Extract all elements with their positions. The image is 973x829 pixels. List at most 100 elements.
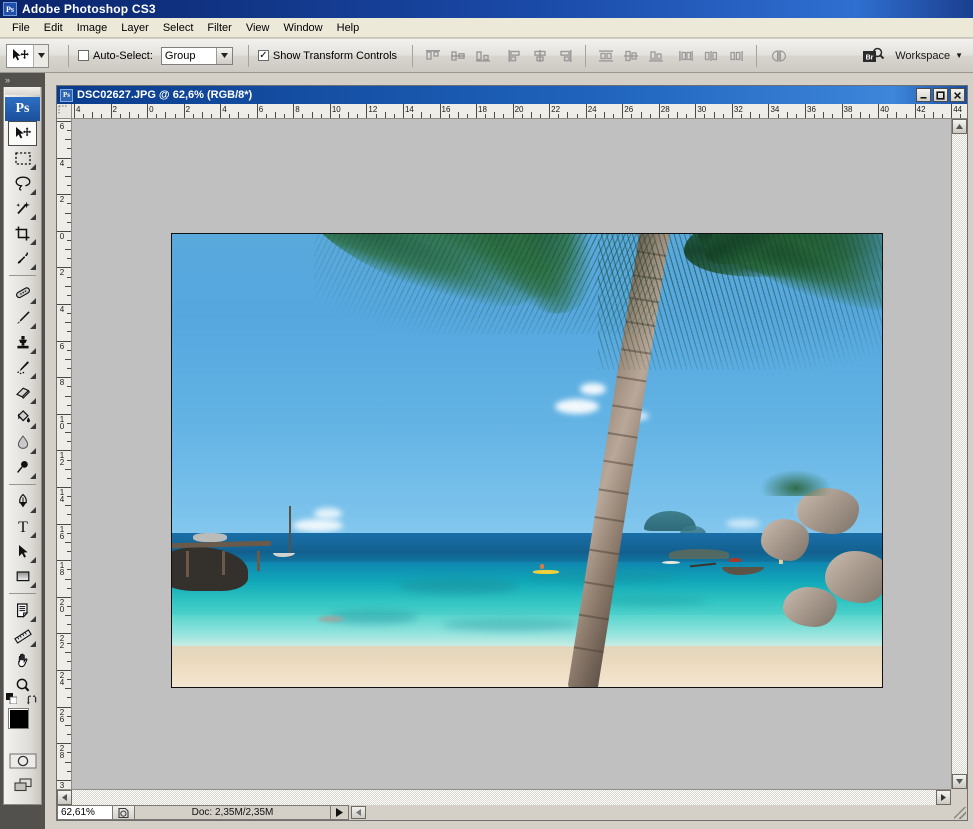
distribute-buttons-group-2 bbox=[675, 46, 747, 66]
ruler-tick-minor bbox=[713, 112, 715, 118]
align-right-edges-icon[interactable] bbox=[554, 46, 576, 66]
tool-paint-bucket[interactable] bbox=[8, 405, 37, 430]
close-button[interactable] bbox=[950, 88, 965, 102]
menu-item-file[interactable]: File bbox=[5, 19, 37, 37]
tool-move[interactable] bbox=[8, 121, 37, 146]
menu-item-help[interactable]: Help bbox=[330, 19, 367, 37]
tool-dodge[interactable] bbox=[8, 455, 37, 480]
distribute-left-edges-icon[interactable] bbox=[675, 46, 697, 66]
distribute-top-edges-icon[interactable] bbox=[595, 46, 617, 66]
tool-flyout-indicator-icon bbox=[30, 214, 36, 220]
go-to-bridge-button[interactable]: Br bbox=[860, 45, 886, 67]
status-info-menu-arrow-icon[interactable] bbox=[331, 805, 349, 820]
tool-ruler[interactable] bbox=[8, 623, 37, 648]
align-left-edges-icon[interactable] bbox=[504, 46, 526, 66]
tool-blur[interactable] bbox=[8, 430, 37, 455]
ruler-label: 14 bbox=[404, 105, 414, 114]
tool-row bbox=[4, 355, 41, 380]
align-top-edges-icon[interactable] bbox=[422, 46, 444, 66]
menu-item-filter[interactable]: Filter bbox=[200, 19, 238, 37]
tool-row bbox=[4, 330, 41, 355]
menu-item-layer[interactable]: Layer bbox=[114, 19, 156, 37]
tool-rectangular-marquee[interactable] bbox=[8, 146, 37, 171]
active-tool-well[interactable] bbox=[6, 43, 49, 68]
menu-item-image[interactable]: Image bbox=[70, 19, 115, 37]
menu-item-view[interactable]: View bbox=[239, 19, 277, 37]
maximize-button[interactable] bbox=[933, 88, 948, 102]
auto-align-layers-icon[interactable] bbox=[766, 46, 792, 66]
ruler-tick-minor bbox=[65, 615, 71, 617]
tool-crop[interactable] bbox=[8, 221, 37, 246]
canvas-area[interactable] bbox=[72, 119, 951, 789]
document-size-info[interactable]: Doc: 2,35M/2,35M bbox=[135, 805, 331, 820]
ruler-tick-minor bbox=[67, 551, 71, 553]
image-canvas[interactable] bbox=[171, 233, 883, 688]
tool-preset-picker-button[interactable] bbox=[33, 44, 48, 67]
distribute-horizontal-centers-icon[interactable] bbox=[700, 46, 722, 66]
ruler-tick-minor bbox=[311, 112, 313, 118]
tool-eyedropper[interactable] bbox=[8, 246, 37, 271]
tool-hand[interactable] bbox=[8, 648, 37, 673]
tool-history-brush[interactable] bbox=[8, 355, 37, 380]
horizontal-scrollbar[interactable] bbox=[57, 789, 951, 805]
zoom-level-input[interactable]: 62,61% bbox=[57, 805, 113, 820]
ruler-tick-minor bbox=[65, 468, 71, 470]
scroll-right-button[interactable] bbox=[936, 790, 951, 805]
screen-mode-button[interactable] bbox=[4, 772, 41, 798]
vertical-scrollbar[interactable] bbox=[951, 119, 967, 789]
auto-select-scope-dropdown[interactable]: Group bbox=[160, 46, 233, 65]
chevron-down-icon[interactable] bbox=[215, 47, 232, 64]
align-bottom-edges-icon[interactable] bbox=[472, 46, 494, 66]
tool-horizontal-type[interactable]: T bbox=[8, 514, 37, 539]
ruler-tick-major bbox=[402, 104, 404, 118]
minimize-button[interactable] bbox=[916, 88, 931, 102]
preview-thumbnail-icon[interactable] bbox=[113, 805, 135, 820]
tool-rectangle-shape[interactable] bbox=[8, 564, 37, 589]
workspace-label: Workspace bbox=[895, 49, 951, 62]
scroll-left-button[interactable] bbox=[57, 790, 72, 805]
workspace-switcher-button[interactable]: Workspace ▼ bbox=[895, 50, 963, 62]
distribute-right-edges-icon[interactable] bbox=[725, 46, 747, 66]
foreground-color-swatch[interactable] bbox=[8, 708, 29, 729]
align-vertical-centers-icon[interactable] bbox=[447, 46, 469, 66]
ruler-tick-minor bbox=[741, 114, 743, 118]
tool-notes[interactable] bbox=[8, 598, 37, 623]
vertical-ruler[interactable]: 642024681012141618202224262830 bbox=[57, 119, 72, 820]
horizontal-ruler[interactable]: 4 2 0 2 4 6 8 10 12 14 16 18 20 22 24 26 28 30 32 34 36 38 40 4… bbox=[72, 104, 967, 119]
tool-path-selection[interactable] bbox=[8, 539, 37, 564]
tool-lasso[interactable] bbox=[8, 171, 37, 196]
tool-row bbox=[4, 648, 41, 673]
default-colors-icon[interactable] bbox=[6, 693, 18, 705]
auto-select-checkbox[interactable] bbox=[78, 50, 89, 61]
auto-select-option[interactable]: Auto-Select: Group bbox=[78, 46, 233, 65]
tools-palette-drag-handle[interactable] bbox=[5, 87, 40, 95]
tool-flyout-indicator-icon bbox=[30, 641, 36, 647]
menu-item-select[interactable]: Select bbox=[156, 19, 201, 37]
menu-item-window[interactable]: Window bbox=[277, 19, 330, 37]
show-transform-controls-checkbox[interactable]: ✓ bbox=[257, 50, 269, 61]
menu-item-edit[interactable]: Edit bbox=[37, 19, 70, 37]
status-scroll-left-button[interactable] bbox=[351, 806, 366, 819]
photoshop-badge-icon[interactable]: Ps bbox=[5, 97, 40, 121]
tool-magic-wand[interactable] bbox=[8, 196, 37, 221]
distribute-vertical-centers-icon[interactable] bbox=[620, 46, 642, 66]
ruler-tick-minor bbox=[119, 114, 121, 118]
ruler-tick-minor bbox=[211, 114, 213, 118]
tool-clone-stamp[interactable] bbox=[8, 330, 37, 355]
ruler-tick-major bbox=[585, 104, 587, 118]
quick-mask-mode-button[interactable] bbox=[4, 750, 41, 772]
scroll-up-button[interactable] bbox=[952, 119, 967, 134]
window-resize-grip[interactable] bbox=[952, 805, 967, 820]
ruler-origin-corner[interactable] bbox=[57, 104, 72, 119]
show-transform-controls-option[interactable]: ✓ Show Transform Controls bbox=[257, 50, 397, 62]
tool-pen[interactable] bbox=[8, 489, 37, 514]
align-horizontal-centers-icon[interactable] bbox=[529, 46, 551, 66]
tool-healing-brush[interactable] bbox=[8, 280, 37, 305]
document-title-bar[interactable]: Ps DSC02627.JPG @ 62,6% (RGB/8*) bbox=[57, 86, 967, 104]
swap-colors-icon[interactable] bbox=[26, 694, 38, 709]
tools-palette-collapse-handle[interactable]: » bbox=[0, 73, 45, 87]
tool-eraser[interactable] bbox=[8, 380, 37, 405]
scroll-down-button[interactable] bbox=[952, 774, 967, 789]
distribute-bottom-edges-icon[interactable] bbox=[645, 46, 667, 66]
tool-brush[interactable] bbox=[8, 305, 37, 330]
